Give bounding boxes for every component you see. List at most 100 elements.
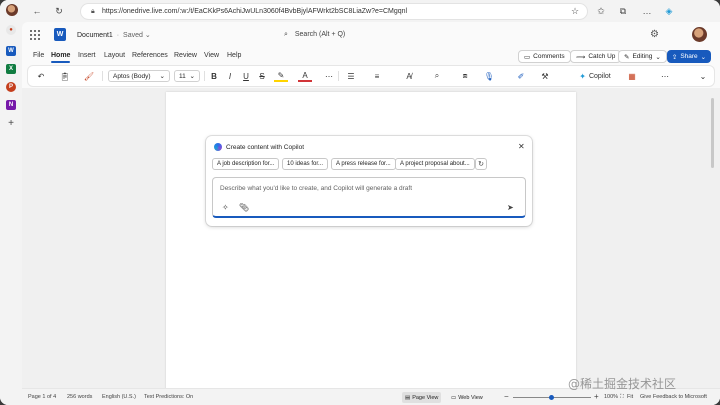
undo-icon[interactable]: ↶ [34, 70, 48, 82]
profile-icon[interactable] [6, 4, 18, 16]
url-text: https://onedrive.live.com/:w:/t/EaCKkPs6… [102, 8, 408, 15]
dictate-icon[interactable]: 🎙︎ [482, 70, 496, 82]
copilot-button[interactable]: ✦ Copilot [572, 70, 618, 82]
document-canvas [22, 88, 720, 390]
account-icon[interactable]: ● [6, 25, 16, 35]
copilot-logo-icon [214, 143, 222, 151]
favorite-star-icon[interactable]: ☆ [568, 4, 582, 18]
attach-icon[interactable]: 📎︎ [239, 203, 249, 212]
lock-icon: 🔒︎ [91, 7, 95, 15]
send-icon[interactable]: ➤ [507, 203, 514, 212]
divider [338, 71, 339, 81]
suggestion-chip-ideas[interactable]: 10 ideas for... [282, 158, 329, 170]
search-box[interactable]: ⌕ Search (Alt + Q) [284, 31, 345, 39]
zoom-level[interactable]: 100% [604, 394, 618, 400]
zoom-slider-knob[interactable] [549, 395, 554, 400]
copilot-browser-icon[interactable]: ◈ [662, 4, 676, 18]
copilot-label: Copilot [588, 72, 611, 80]
word-count[interactable]: 256 words [67, 394, 92, 400]
find-icon[interactable]: ⌕ [430, 70, 444, 82]
suggestion-chip-job-description[interactable]: A job description for... [212, 158, 280, 170]
font-color-icon[interactable]: A [298, 70, 312, 82]
browser-window: ← ↻ 🔒︎ https://onedrive.live.com/:w:/t/E… [0, 0, 720, 405]
tab-review[interactable]: Review [174, 52, 197, 59]
zoom-out-icon[interactable]: − [504, 392, 509, 401]
language[interactable]: English (U.S.) [102, 394, 136, 400]
suggestion-chip-project-proposal[interactable]: A project proposal about... [395, 158, 475, 170]
tab-help[interactable]: Help [227, 52, 241, 59]
styles-icon[interactable]: A̸ [402, 70, 416, 82]
comments-button[interactable]: ▭ Comments [518, 50, 571, 63]
word-tab-icon[interactable]: W [6, 46, 16, 56]
collapse-ribbon-icon[interactable]: ⌄ [698, 70, 708, 82]
designer-icon[interactable]: ✐ [514, 70, 528, 82]
highlight-icon[interactable]: ✎ [274, 70, 288, 82]
chevron-down-icon: ⌄ [700, 53, 707, 61]
comments-label: Comments [533, 53, 565, 60]
collections-icon[interactable]: ⧉ [616, 4, 630, 18]
catchup-icon: ⟿ [576, 53, 586, 61]
copilot-prompt-input[interactable]: Describe what you'd like to create, and … [212, 177, 526, 218]
underline-button[interactable]: U [240, 70, 252, 82]
feedback-link[interactable]: Give Feedback to Microsoft [640, 394, 707, 400]
document-title[interactable]: Document1 · Saved ⌄ [77, 31, 151, 39]
strikethrough-button[interactable]: S [256, 70, 268, 82]
bullets-icon[interactable]: ☰ [344, 70, 358, 82]
font-name-select[interactable]: Aptos (Body) ⌄ [108, 70, 170, 82]
title-bar: W Document1 · Saved ⌄ ⌕ Search (Alt + Q)… [22, 22, 720, 48]
back-icon[interactable]: ← [30, 4, 44, 18]
close-icon[interactable]: ✕ [518, 142, 525, 151]
font-size-select[interactable]: 11 ⌄ [174, 70, 200, 82]
browser-sidebar: W X P N + ● [0, 22, 22, 405]
share-button[interactable]: ⇪ Share ⌄ [667, 50, 711, 63]
address-bar[interactable]: 🔒︎ https://onedrive.live.com/:w:/t/EaCKk… [80, 3, 588, 20]
settings-gear-icon[interactable]: ⚙ [650, 29, 659, 40]
catchup-button[interactable]: ⟿ Catch Up [570, 50, 622, 63]
page-view-button[interactable]: ▤ Page View [402, 392, 442, 403]
refresh-icon[interactable]: ↻ [52, 4, 66, 18]
more-font-icon[interactable]: ⋯ [324, 70, 334, 82]
chevron-down-icon: ⌄ [189, 73, 195, 80]
web-view-button[interactable]: ▭ Web View [448, 392, 486, 403]
ribbon-toolbar: ↶ 📋︎ 🖌︎ Aptos (Body) ⌄ 11 ⌄ B I U S ✎ A … [28, 66, 714, 86]
vertical-scrollbar[interactable] [710, 92, 716, 388]
add-tab-icon[interactable]: + [6, 118, 16, 129]
sparkle-prompts-icon[interactable]: ✧ [222, 203, 229, 212]
copilot-dialog: Create content with Copilot ✕ A job desc… [206, 136, 532, 226]
favorites-icon[interactable]: ✩ [594, 4, 608, 18]
excel-tab-icon[interactable]: X [6, 64, 16, 74]
addins-icon[interactable]: ▦ [624, 70, 640, 82]
zoom-slider[interactable] [513, 395, 591, 400]
editing-mode-button[interactable]: ✎ Editing ⌄ [618, 50, 667, 63]
align-icon[interactable]: ≡ [370, 70, 384, 82]
tab-home[interactable]: Home [51, 52, 71, 63]
format-painter-icon[interactable]: 🖌︎ [82, 70, 96, 82]
italic-button[interactable]: I [224, 70, 236, 82]
fit-icon[interactable]: ⛶ [620, 394, 624, 401]
paste-icon[interactable]: 📋︎ [58, 70, 72, 82]
zoom-in-icon[interactable]: + [594, 392, 599, 401]
saved-status: Saved [123, 32, 143, 39]
word-logo-icon[interactable]: W [54, 28, 66, 41]
tab-references[interactable]: References [132, 52, 168, 59]
text-predictions[interactable]: Text Predictions: On [144, 394, 193, 400]
sensitivity-icon[interactable]: ⧈ [458, 70, 472, 82]
avatar[interactable] [692, 27, 707, 42]
page-count: Page 1 of 4 [28, 394, 57, 400]
more-icon[interactable]: … [640, 4, 654, 18]
tab-insert[interactable]: Insert [78, 52, 96, 59]
fit-label[interactable]: Fit [627, 394, 633, 400]
tab-view[interactable]: View [204, 52, 219, 59]
suggestion-chip-press-release[interactable]: A press release for... [331, 158, 396, 170]
tab-layout[interactable]: Layout [104, 52, 125, 59]
editor-icon[interactable]: ⚒ [538, 70, 552, 82]
refresh-suggestions-icon[interactable]: ↻ [475, 158, 487, 170]
app-launcher-icon[interactable] [30, 30, 40, 40]
ribbon-more-icon[interactable]: ⋯ [660, 70, 670, 82]
font-name-value: Aptos (Body) [113, 72, 151, 80]
bold-button[interactable]: B [208, 70, 220, 82]
tab-file[interactable]: File [33, 52, 44, 59]
onenote-tab-icon[interactable]: N [6, 100, 16, 110]
powerpoint-tab-icon[interactable]: P [6, 82, 16, 92]
scrollbar-thumb[interactable] [711, 98, 714, 168]
